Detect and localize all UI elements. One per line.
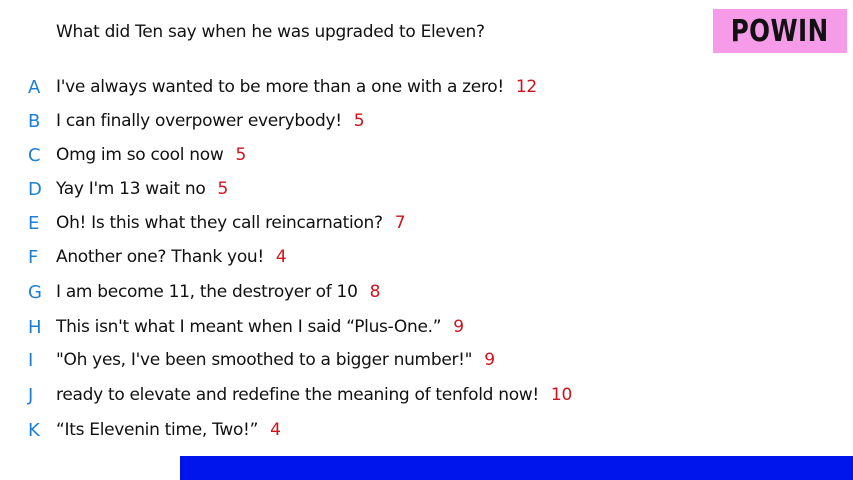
question-text: What did Ten say when he was upgraded to…: [56, 22, 485, 42]
option-text: ready to elevate and redefine the meanin…: [56, 385, 539, 405]
option-score: 5: [217, 179, 229, 199]
option-letter: B: [28, 110, 41, 132]
option-score: 9: [484, 350, 495, 370]
option-score: 4: [275, 247, 287, 267]
option-text: I am become 11, the destroyer of 10: [56, 282, 358, 302]
logo-text: POWIN: [731, 13, 829, 49]
option-score: 10: [550, 385, 572, 405]
option-letter: E: [28, 212, 40, 234]
option-letter: A: [28, 76, 41, 98]
option-letter: H: [28, 316, 42, 338]
option-letter: D: [28, 178, 42, 200]
option-text: Yay I'm 13 wait no: [56, 179, 206, 199]
option-text: "Oh yes, I've been smoothed to a bigger …: [56, 350, 473, 370]
option-text: This isn't what I meant when I said “Plu…: [56, 317, 442, 337]
option-text: Oh! Is this what they call reincarnation…: [56, 213, 383, 233]
option-letter: J: [28, 384, 34, 406]
option-letter: K: [28, 419, 40, 441]
option-text: I can finally overpower everybody!: [56, 111, 342, 131]
option-score: 5: [235, 145, 246, 165]
option-score: 4: [270, 420, 281, 440]
option-score: 12: [515, 77, 537, 97]
option-score: 5: [353, 111, 365, 131]
option-score: 8: [369, 282, 381, 302]
option-score: 9: [453, 317, 464, 337]
option-letter: F: [28, 246, 39, 268]
option-text: “Its Elevenin time, Two!”: [56, 420, 259, 440]
option-text: Another one? Thank you!: [56, 247, 264, 267]
option-letter: I: [28, 349, 34, 371]
option-score: 7: [394, 213, 406, 233]
bottom-bar: [180, 456, 853, 480]
option-letter: G: [28, 281, 42, 303]
powin-logo: POWIN: [713, 9, 847, 53]
option-text: I've always wanted to be more than a one…: [56, 77, 504, 97]
option-letter: C: [28, 144, 41, 166]
option-text: Omg im so cool now: [56, 145, 224, 165]
